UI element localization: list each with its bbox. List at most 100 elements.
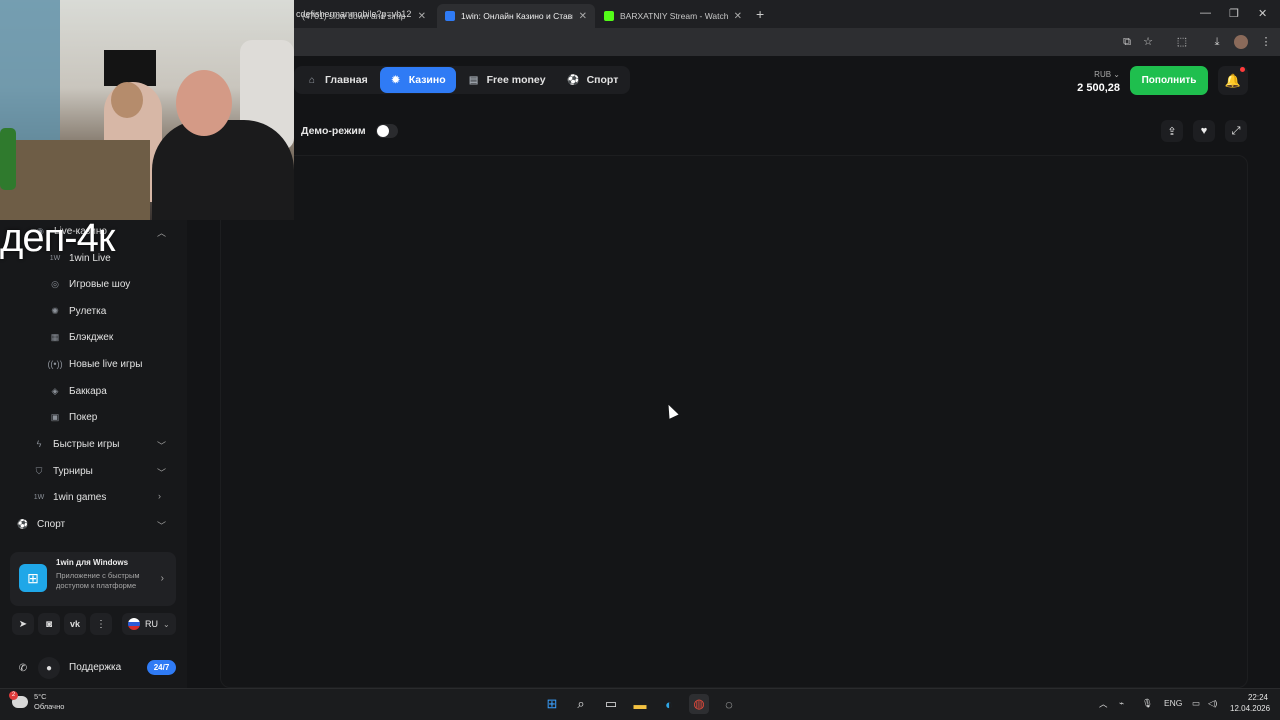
chevron-right-icon[interactable]: › xyxy=(158,491,161,501)
volume-icon[interactable]: ◁) xyxy=(1208,698,1217,709)
1win-favicon-icon xyxy=(445,11,455,21)
download-icon[interactable]: ⤓ xyxy=(1210,35,1224,49)
clock-date: 12.04.2026 xyxy=(1230,704,1271,713)
browser-tab-kick[interactable]: BARXATNIY Stream - Watch Liv ✕ xyxy=(596,4,750,28)
profile-avatar-icon[interactable] xyxy=(1234,35,1248,49)
support-badge: 24/7 xyxy=(147,660,176,675)
nav-sport-label: Спорт xyxy=(586,74,619,86)
minimize-icon[interactable]: — xyxy=(1200,7,1211,19)
sidebar-item-label: Спорт xyxy=(37,518,66,530)
telegram-icon[interactable]: ➤ xyxy=(12,613,34,635)
tray-overflow-icon[interactable]: ︿ xyxy=(1099,698,1108,710)
sidebar-item-baccarat[interactable]: ◈ Баккара xyxy=(49,385,107,397)
chat-icon[interactable]: ● xyxy=(38,657,60,679)
task-view-icon[interactable]: ▭ xyxy=(601,694,621,714)
bookmark-star-icon[interactable]: ☆ xyxy=(1141,35,1155,49)
close-icon[interactable]: ✕ xyxy=(418,11,426,22)
nav-sport[interactable]: ⚽ Спорт xyxy=(558,67,629,93)
chrome-icon[interactable]: ◍ xyxy=(689,694,709,714)
casino-chip-icon: ✹ xyxy=(391,74,400,86)
weather-text: 5°C Облачно xyxy=(34,692,64,712)
sidebar-item-blackjack[interactable]: ▦ Блэкджек xyxy=(49,331,114,343)
windows-icon: ⊞ xyxy=(19,564,47,592)
search-icon[interactable]: ⌕ xyxy=(571,694,591,714)
display-icon[interactable]: ▭ xyxy=(1192,698,1200,709)
webcam-table xyxy=(0,140,150,220)
chevron-up-icon[interactable]: ︿ xyxy=(157,226,166,239)
taskbar-clock[interactable]: 22:24 12.04.2026 xyxy=(1230,692,1271,714)
weather-temp: 5°C xyxy=(34,692,47,701)
menu-kebab-icon[interactable]: ⋮ xyxy=(1259,35,1273,49)
sidebar-item-1win-games[interactable]: 1W 1win games xyxy=(33,491,107,503)
nav-free-money[interactable]: ▤ Free money xyxy=(458,67,556,93)
chevron-down-icon[interactable]: ﹀ xyxy=(157,519,166,532)
screen: (4701) slow down and simp ✕ 1win: Онлайн… xyxy=(0,0,1280,720)
close-icon[interactable]: ✕ xyxy=(734,11,742,22)
window-close-icon[interactable]: ✕ xyxy=(1258,7,1267,20)
browser-tab-1win[interactable]: 1win: Онлайн Казино и Ставк ✕ xyxy=(437,4,595,28)
windows-app-subtitle: Приложение с быстрым доступом к платформ… xyxy=(56,571,140,590)
weather-badge: 2 xyxy=(9,691,18,700)
sidebar-item-label: Рулетка xyxy=(69,305,107,317)
language-indicator[interactable]: ENG xyxy=(1164,698,1182,708)
webcam-person-right xyxy=(152,120,294,220)
sidebar-item-new-live-games[interactable]: ((•)) Новые live игры xyxy=(47,358,143,370)
new-live-icon: ((•)) xyxy=(47,359,63,369)
sidebar-item-tournaments[interactable]: ⛉ Турниры xyxy=(33,465,93,477)
close-icon[interactable]: ✕ xyxy=(579,11,587,22)
favorite-heart-icon[interactable]: ♥ xyxy=(1193,120,1215,142)
edge-icon[interactable]: ◐ xyxy=(659,694,679,714)
chevron-down-icon[interactable]: ﹀ xyxy=(157,439,166,452)
cloud-icon: 2 xyxy=(9,691,28,708)
balance-widget[interactable]: RUB ⌄ 2 500,28 xyxy=(1077,70,1120,94)
1win-games-icon: 1W xyxy=(33,493,45,501)
fullscreen-icon[interactable]: ⤢ xyxy=(1225,120,1247,142)
sidebar-item-roulette[interactable]: ✺ Рулетка xyxy=(49,305,106,317)
deposit-button[interactable]: Пополнить xyxy=(1130,66,1208,95)
windows-app-title: 1win для Windows xyxy=(56,558,129,567)
url-field[interactable]: cdefishermanmobile?p=vb12 xyxy=(296,9,411,19)
phone-icon[interactable]: ✆ xyxy=(12,657,34,679)
new-tab-icon[interactable]: + xyxy=(756,6,764,22)
demo-mode-control: Демо-режим xyxy=(301,124,398,138)
weather-widget[interactable]: 2 5°C Облачно xyxy=(9,691,64,712)
tab-title: 1win: Онлайн Казино и Ставк xyxy=(461,11,573,21)
chevron-down-icon[interactable]: ﹀ xyxy=(157,466,166,479)
file-explorer-icon[interactable]: ▬ xyxy=(630,694,650,714)
share-icon[interactable]: ⇪ xyxy=(1161,120,1183,142)
notifications-button[interactable]: 🔔 xyxy=(1218,66,1248,95)
sidebar-item-poker[interactable]: ▣ Покер xyxy=(49,411,98,423)
sidebar-item-game-shows[interactable]: ◎ Игровые шоу xyxy=(49,278,130,290)
sidebar-item-label: Покер xyxy=(69,411,98,423)
notification-dot xyxy=(1240,67,1245,72)
microphone-icon[interactable]: 🎙 xyxy=(1142,698,1153,709)
home-icon: ⌂ xyxy=(308,74,316,86)
sidebar-item-fast-games[interactable]: ϟ Быстрые игры xyxy=(33,438,120,450)
obs-icon[interactable]: ◌ xyxy=(719,694,739,714)
sidebar-item-label: Новые live игры xyxy=(69,358,143,370)
demo-mode-label: Демо-режим xyxy=(301,125,366,137)
language-selector[interactable]: RU ⌄ xyxy=(122,613,176,635)
start-icon[interactable]: ⊞ xyxy=(542,694,562,714)
instagram-icon[interactable]: ◙ xyxy=(38,613,60,635)
windows-app-banner[interactable]: ⊞ 1win для Windows Приложение с быстрым … xyxy=(10,552,176,606)
webcam-overlay xyxy=(0,0,294,220)
restore-icon[interactable]: ❐ xyxy=(1229,7,1239,20)
webcam-bottle xyxy=(0,128,16,190)
vk-icon[interactable]: vk xyxy=(64,613,86,635)
nav-home[interactable]: ⌂ Главная xyxy=(296,67,378,93)
demo-mode-toggle[interactable] xyxy=(375,124,398,138)
main-nav: ⌂ Главная ✹ Казино ▤ Free money ⚽ Спорт xyxy=(294,66,631,94)
network-icon[interactable]: ⌁ xyxy=(1119,698,1124,709)
game-frame[interactable] xyxy=(220,155,1248,688)
nav-free-money-label: Free money xyxy=(486,74,546,86)
ball-icon: ⚽ xyxy=(567,74,580,86)
nav-casino[interactable]: ✹ Казино xyxy=(379,67,456,93)
sidebar-item-sport[interactable]: ⚽ Спорт xyxy=(17,518,65,530)
sidebar-item-label: Турниры xyxy=(53,465,93,477)
more-icon[interactable]: ⋮ xyxy=(90,613,112,635)
cast-icon[interactable]: ⧉ xyxy=(1120,35,1134,49)
balance-amount: 2 500,28 xyxy=(1077,82,1120,94)
support-label[interactable]: Поддержка xyxy=(69,662,121,673)
extensions-icon[interactable]: ⬚ xyxy=(1175,35,1189,49)
